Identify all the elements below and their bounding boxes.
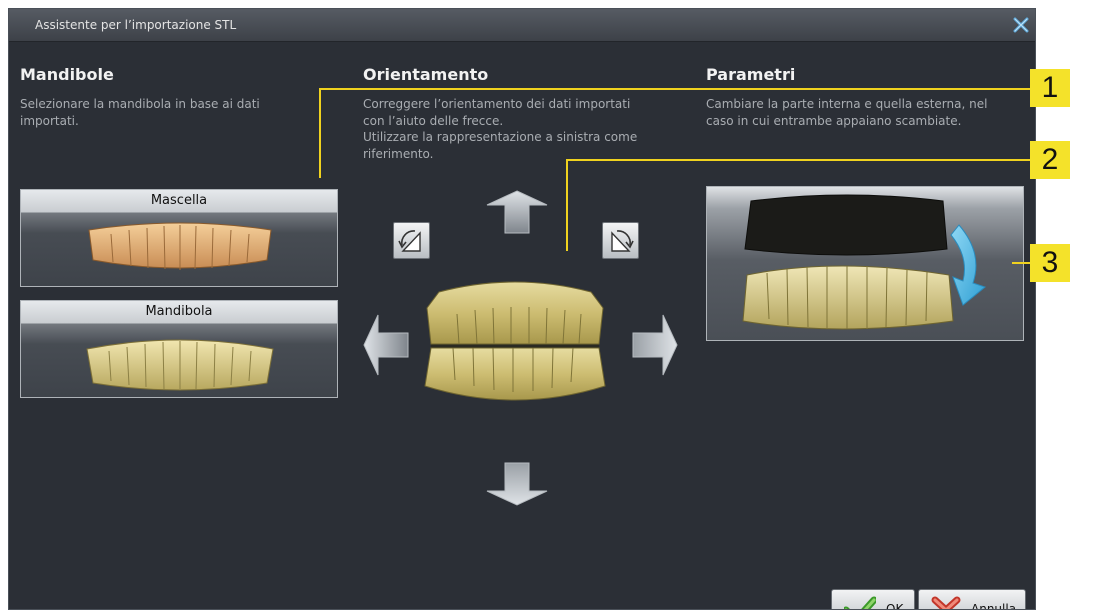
callout-2-leader xyxy=(566,159,1030,161)
parameters-heading: Parametri xyxy=(706,65,796,84)
parameters-description: Cambiare la parte interna e quella ester… xyxy=(706,96,987,129)
jaws-desc-line: importati. xyxy=(20,113,79,128)
dental-model-preview xyxy=(424,281,606,401)
green-check-icon xyxy=(844,596,876,609)
red-x-icon xyxy=(931,596,961,609)
mandible-label: Mandibola xyxy=(21,301,337,324)
callout-1-leader xyxy=(319,88,1030,90)
arrow-down-icon[interactable] xyxy=(485,461,549,507)
arrow-up-icon[interactable] xyxy=(485,189,549,235)
orientation-desc-line: con l’aiuto delle frecce. xyxy=(363,113,504,128)
title-bar: Assistente per l’importazione STL xyxy=(9,9,1035,42)
orientation-description: Correggere l’orientamento dei dati impor… xyxy=(363,96,637,162)
orientation-desc-line: Correggere l’orientamento dei dati impor… xyxy=(363,97,631,111)
arrow-left-icon[interactable] xyxy=(362,313,410,377)
orientation-heading: Orientamento xyxy=(363,65,489,84)
parameters-desc-line: caso in cui entrambe appaiano scambiate. xyxy=(706,113,962,128)
jaws-desc-line: Selezionare la mandibola in base ai dati xyxy=(20,97,260,111)
mandible-model-image xyxy=(86,339,274,391)
mandible-button[interactable]: Mandibola xyxy=(20,300,338,398)
arrow-right-icon[interactable] xyxy=(631,313,679,377)
stl-import-dialog: Assistente per l’importazione STL Mandib… xyxy=(8,8,1036,610)
callout-2-leader xyxy=(566,159,568,251)
ok-button[interactable]: OK xyxy=(831,589,915,610)
jaws-heading: Mandibole xyxy=(20,65,114,84)
swap-arrow-icon xyxy=(950,224,987,306)
rotate-right-icon xyxy=(611,230,634,252)
maxilla-model-image xyxy=(88,222,272,270)
parameters-desc-line: Cambiare la parte interna e quella ester… xyxy=(706,97,988,111)
callout-3-leader xyxy=(1012,262,1030,264)
jaws-description: Selezionare la mandibola in base ai dati… xyxy=(20,96,260,129)
orientation-desc-line: Utilizzare la rappresentazione a sinistr… xyxy=(363,130,638,144)
close-x-icon[interactable] xyxy=(1013,17,1029,33)
dialog-title: Assistente per l’importazione STL xyxy=(35,18,237,32)
swap-inside-outside-button[interactable] xyxy=(706,186,1024,341)
swap-preview-image xyxy=(742,194,987,330)
callout-2: 2 xyxy=(1030,141,1070,179)
callout-1: 1 xyxy=(1030,69,1070,107)
cancel-label: Annulla xyxy=(971,602,1017,610)
maxilla-button[interactable]: Mascella xyxy=(20,189,338,287)
rotate-left-icon xyxy=(398,230,421,252)
maxilla-label: Mascella xyxy=(21,190,337,213)
ok-label: OK xyxy=(886,602,904,610)
callout-3: 3 xyxy=(1030,244,1070,282)
cancel-button[interactable]: Annulla xyxy=(918,589,1026,610)
callout-1-leader xyxy=(319,88,321,178)
rotate-right-button[interactable] xyxy=(602,222,639,259)
rotate-left-button[interactable] xyxy=(393,222,430,259)
